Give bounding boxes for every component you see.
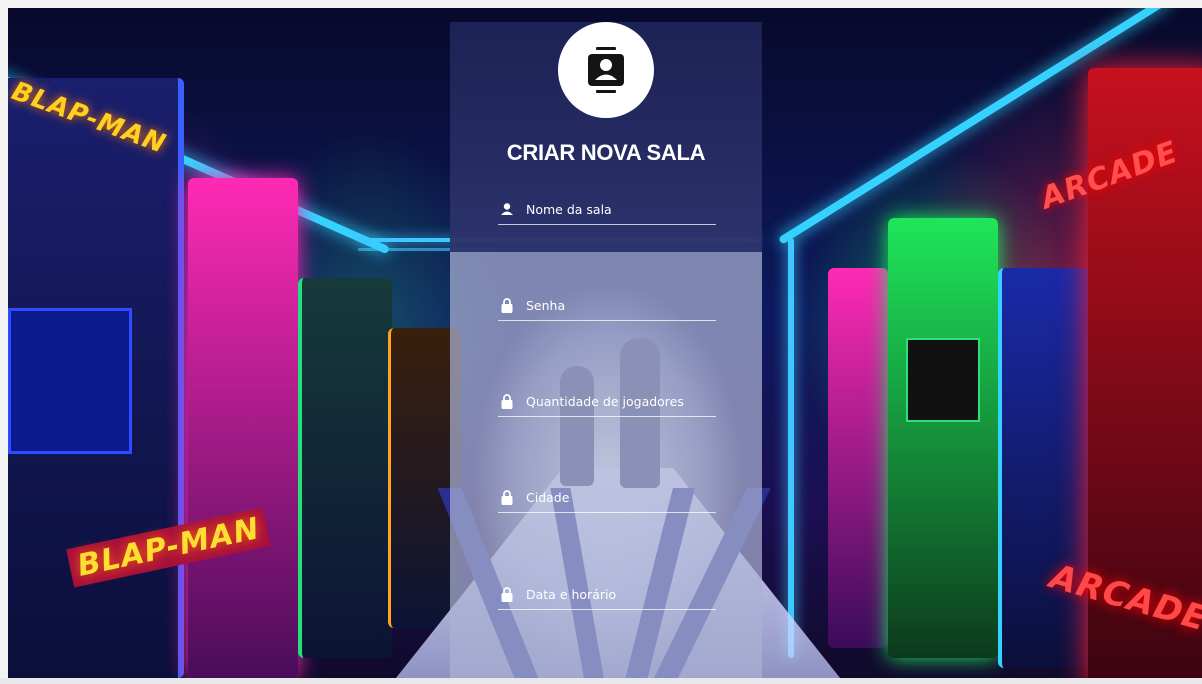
user-icon [500,201,514,217]
invaders-screen [906,338,980,422]
arcade-cabinet-left-2 [188,178,298,678]
city-input[interactable] [526,489,706,505]
room-name-input[interactable] [526,201,706,217]
window-bottom-edge [0,678,1202,684]
datetime-field[interactable] [498,579,716,610]
lock-icon [500,297,514,313]
player-count-input[interactable] [526,393,706,409]
arcade-cabinet-right-3 [998,268,1092,668]
room-name-field[interactable] [498,194,716,225]
city-field[interactable] [498,482,716,513]
pac-screen [8,308,132,454]
lock-icon [500,393,514,409]
arcade-cabinet-right-2 [888,218,998,658]
lock-icon [500,489,514,505]
contact-card-icon [558,22,654,118]
password-field[interactable] [498,290,716,321]
neon-vertical-right [788,238,794,658]
lock-icon [500,586,514,602]
arcade-cabinet-right-1 [828,268,888,648]
page-title: CRIAR NOVA SALA [506,140,706,165]
datetime-input[interactable] [526,586,706,602]
create-room-panel: CRIAR NOVA SALA [450,22,762,684]
player-count-field[interactable] [498,386,716,417]
password-input[interactable] [526,297,706,313]
arcade-cabinet-left-3 [298,278,392,658]
